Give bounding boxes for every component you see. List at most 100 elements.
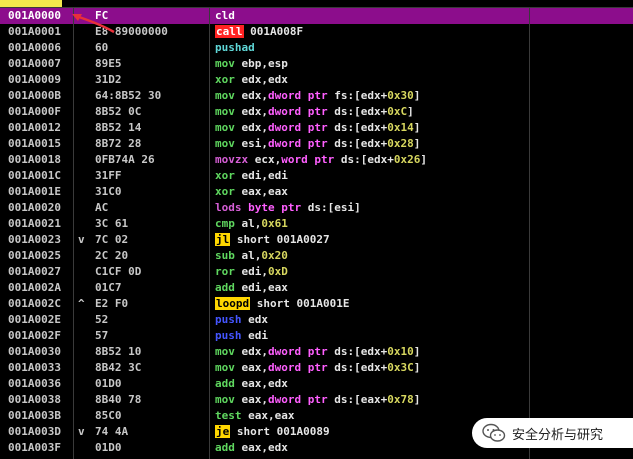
- row-address: 001A0027: [8, 265, 61, 278]
- row-mnemonic: add: [215, 377, 235, 390]
- row-mnemonic: je: [215, 425, 231, 438]
- row-address: 001A001C: [8, 169, 61, 182]
- row-hex-bytes: 8B52 10: [95, 345, 142, 358]
- row-address: 001A003F: [8, 441, 61, 454]
- disasm-row[interactable]: 001A0009 31D2 xor edx,edx: [0, 72, 633, 88]
- row-mnemonic: xor: [215, 185, 235, 198]
- row-address: 001A0023: [8, 233, 61, 246]
- row-instruction: lods byte ptr ds:[esi]: [215, 200, 361, 216]
- row-instruction: add edi,eax: [215, 280, 288, 296]
- disasm-row[interactable]: 001A0006 60 pushad: [0, 40, 633, 56]
- disasm-row[interactable]: 001A000F 8B52 0C mov edx,dword ptr ds:[edx…: [0, 104, 633, 120]
- jump-direction-marker: v: [78, 425, 85, 438]
- disasm-row[interactable]: 001A0021 3C 61 cmp al,0x61: [0, 216, 633, 232]
- row-instruction: xor edx,edx: [215, 72, 288, 88]
- row-operands: edi: [248, 329, 268, 342]
- disasm-row[interactable]: 001A0015 8B72 28 mov esi,dword ptr ds:[edx…: [0, 136, 633, 152]
- disasm-row[interactable]: 001A0027 C1CF 0D ror edi,0xD: [0, 264, 633, 280]
- row-hex-bytes: 8B40 78: [95, 393, 142, 406]
- row-instruction: jl short 001A0027: [215, 232, 330, 248]
- disasm-row[interactable]: 001A0030 8B52 10 mov edx,dword ptr ds:[edx…: [0, 344, 633, 360]
- row-address: 001A003D: [8, 425, 61, 438]
- row-operands: short 001A0027: [236, 233, 330, 246]
- row-address: 001A0009: [8, 73, 61, 86]
- row-hex-bytes: 2C 20: [95, 249, 129, 262]
- row-mnemonic: lods: [215, 201, 242, 214]
- row-hex-bytes: C1CF 0D: [95, 265, 142, 278]
- operand-immediate: 0x3C: [387, 361, 414, 374]
- row-instruction: mov edx,dword ptr ds:[edx+0x14]: [215, 120, 420, 136]
- column-divider-hex[interactable]: [209, 8, 210, 459]
- operand-size-keyword: dword ptr: [268, 361, 328, 374]
- operand-size-keyword: dword ptr: [268, 89, 328, 102]
- row-instruction: add eax,edx: [215, 440, 288, 456]
- row-mnemonic: mov: [215, 345, 235, 358]
- row-operands: al,0x20: [241, 249, 288, 262]
- row-operands: edi,edi: [241, 169, 288, 182]
- disasm-row[interactable]: 001A000B 64:8B52 30 mov edx,dword ptr fs:[…: [0, 88, 633, 104]
- operand-immediate: 0x20: [261, 249, 288, 262]
- disasm-row[interactable]: 001A0018 0FB74A 26 movzx ecx,word ptr ds:[…: [0, 152, 633, 168]
- row-mnemonic: mov: [215, 105, 235, 118]
- operand-size-keyword: dword ptr: [268, 393, 328, 406]
- row-instruction: loopd short 001A001E: [215, 296, 349, 312]
- disasm-row[interactable]: 001A0036 01D0 add eax,edx: [0, 376, 633, 392]
- disassembly-listing[interactable]: 001A0000 FC cld 001A0001 E8 89000000 call 00…: [0, 8, 633, 456]
- row-instruction: test eax,eax: [215, 408, 294, 424]
- row-mnemonic: jl: [215, 233, 231, 246]
- disasm-row[interactable]: 001A0020 AC lods byte ptr ds:[esi]: [0, 200, 633, 216]
- disasm-row[interactable]: 001A0025 2C 20 sub al,0x20: [0, 248, 633, 264]
- operand-immediate: 0xC: [387, 105, 408, 118]
- column-divider-disasm[interactable]: [529, 8, 530, 459]
- disasm-row[interactable]: 001A0007 89E5 mov ebp,esp: [0, 56, 633, 72]
- row-instruction: call 001A008F: [215, 24, 303, 40]
- watermark-badge: 安全分析与研究: [472, 418, 633, 448]
- disasm-row[interactable]: 001A0033 8B42 3C mov eax,dword ptr ds:[edx…: [0, 360, 633, 376]
- row-mnemonic: add: [215, 281, 235, 294]
- annotation-arrow: [72, 14, 115, 34]
- disasm-row[interactable]: 001A002A 01C7 add edi,eax: [0, 280, 633, 296]
- wechat-icon: [482, 423, 506, 442]
- row-address: 001A0036: [8, 377, 61, 390]
- row-operands: byte ptr ds:[esi]: [248, 201, 361, 214]
- row-hex-bytes: 0FB74A 26: [95, 153, 155, 166]
- row-address: 001A002A: [8, 281, 61, 294]
- row-hex-bytes: E2 F0: [95, 297, 129, 310]
- row-operands: al,0x61: [241, 217, 288, 230]
- disasm-row[interactable]: 001A0012 8B52 14 mov edx,dword ptr ds:[edx…: [0, 120, 633, 136]
- row-mnemonic: mov: [215, 121, 235, 134]
- row-operands: ebp,esp: [241, 57, 288, 70]
- row-address: 001A002E: [8, 313, 61, 326]
- column-divider-address[interactable]: [73, 8, 74, 459]
- operand-size-keyword: dword ptr: [268, 121, 328, 134]
- disasm-row[interactable]: 001A001C 31FF xor edi,edi: [0, 168, 633, 184]
- cpu-pane-tab[interactable]: [0, 0, 62, 7]
- row-address: 001A0020: [8, 201, 61, 214]
- disasm-row[interactable]: 001A0023 v 7C 02 jl short 001A0027: [0, 232, 633, 248]
- row-address: 001A0038: [8, 393, 61, 406]
- row-operands: edi,eax: [241, 281, 288, 294]
- disasm-row[interactable]: 001A002F 57 push edi: [0, 328, 633, 344]
- row-operands: edx,edx: [241, 73, 288, 86]
- row-instruction: cmp al,0x61: [215, 216, 288, 232]
- operand-immediate: 0x14: [387, 121, 414, 134]
- row-hex-bytes: 89E5: [95, 57, 122, 70]
- row-hex-bytes: 3C 61: [95, 217, 129, 230]
- row-operands: esi,dword ptr ds:[edx+0x28]: [241, 137, 421, 150]
- disasm-row[interactable]: 001A0038 8B40 78 mov eax,dword ptr ds:[eax…: [0, 392, 633, 408]
- row-instruction: mov edx,dword ptr fs:[edx+0x30]: [215, 88, 420, 104]
- operand-immediate: 0x10: [387, 345, 414, 358]
- row-address: 001A0033: [8, 361, 61, 374]
- row-instruction: mov edx,dword ptr ds:[edx+0xC]: [215, 104, 414, 120]
- row-instruction: movzx ecx,word ptr ds:[edx+0x26]: [215, 152, 427, 168]
- row-mnemonic: sub: [215, 249, 235, 262]
- row-address: 001A0001: [8, 25, 61, 38]
- disasm-row[interactable]: 001A002E 52 push edx: [0, 312, 633, 328]
- row-instruction: ror edi,0xD: [215, 264, 288, 280]
- top-bar: [0, 0, 633, 8]
- disasm-row[interactable]: 001A002C ^ E2 F0 loopd short 001A001E: [0, 296, 633, 312]
- row-mnemonic: loopd: [215, 297, 251, 310]
- disasm-row[interactable]: 001A001E 31C0 xor eax,eax: [0, 184, 633, 200]
- row-operands: edx,dword ptr ds:[edx+0xC]: [241, 105, 414, 118]
- operand-size-keyword: dword ptr: [268, 105, 328, 118]
